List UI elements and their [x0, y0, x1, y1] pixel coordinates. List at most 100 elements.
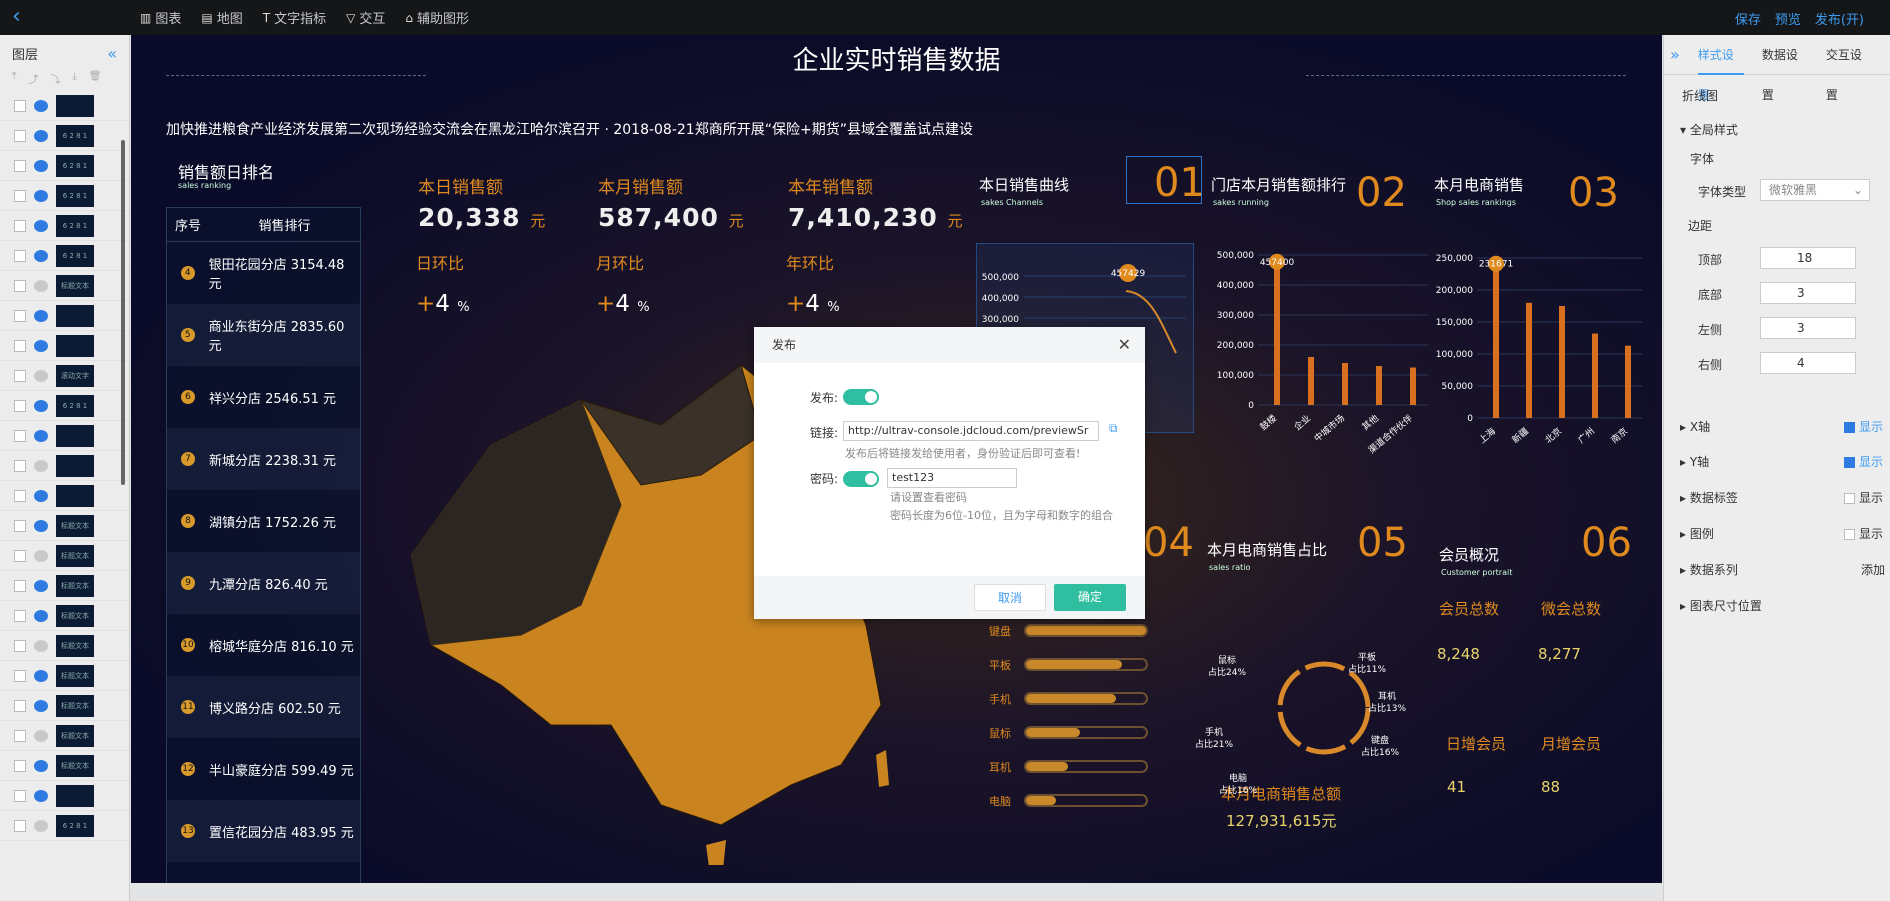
layer-checkbox[interactable] — [14, 699, 26, 712]
layer-checkbox[interactable] — [14, 459, 26, 472]
checkbox[interactable] — [1844, 457, 1855, 468]
global-style-section[interactable]: ▾ 全局样式 — [1680, 121, 1890, 138]
layer-item[interactable]: 标题文本 — [0, 691, 129, 721]
layer-item[interactable]: 6 2 8 1 — [0, 121, 129, 151]
eye-icon[interactable] — [34, 699, 48, 712]
layer-checkbox[interactable] — [14, 639, 26, 652]
layer-checkbox[interactable] — [14, 729, 26, 742]
tool-interaction[interactable]: ▽ 交互 — [346, 8, 385, 28]
copy-icon[interactable]: ⧉ — [1109, 421, 1118, 436]
layer-checkbox[interactable] — [14, 279, 26, 292]
layer-item[interactable]: 标题文本 — [0, 511, 129, 541]
layer-item[interactable]: 标题文本 — [0, 661, 129, 691]
link-field[interactable]: http://ultrav-console.jdcloud.com/previe… — [843, 421, 1099, 441]
eye-icon[interactable] — [34, 99, 48, 112]
publish-toggle[interactable] — [843, 389, 879, 405]
eye-icon[interactable] — [34, 519, 48, 532]
password-toggle[interactable] — [843, 471, 879, 487]
layer-checkbox[interactable] — [14, 399, 26, 412]
eye-icon[interactable] — [34, 729, 48, 742]
legend-toggle[interactable]: 显示 — [1844, 525, 1890, 542]
password-field[interactable]: test123 — [887, 468, 1017, 488]
layer-checkbox[interactable] — [14, 549, 26, 562]
layer-item[interactable]: 6 2 8 1 — [0, 391, 129, 421]
eye-icon[interactable] — [34, 759, 48, 772]
size-position-section[interactable]: ▸ 图表尺寸位置 — [1680, 597, 1890, 614]
eye-icon[interactable] — [34, 339, 48, 352]
layer-checkbox[interactable] — [14, 669, 26, 682]
series-section[interactable]: ▸ 数据系列 — [1680, 561, 1890, 578]
layer-item[interactable]: 标题文本 — [0, 601, 129, 631]
layer-checkbox[interactable] — [14, 759, 26, 772]
tool-map[interactable]: ▤ 地图 — [201, 8, 242, 28]
layer-item[interactable]: 6 2 8 1 — [0, 181, 129, 211]
eye-icon[interactable] — [34, 369, 48, 382]
layer-item[interactable] — [0, 781, 129, 811]
tab-data[interactable]: 数据设置 — [1762, 35, 1808, 102]
eye-icon[interactable] — [34, 609, 48, 622]
expand-icon[interactable]: » — [1670, 35, 1680, 75]
tool-shape[interactable]: ⌂ 辅助图形 — [405, 8, 469, 28]
confirm-button[interactable]: 确定 — [1054, 584, 1126, 611]
bottom-margin-input[interactable]: 3 — [1760, 282, 1856, 304]
eye-icon[interactable] — [34, 549, 48, 562]
eye-icon[interactable] — [34, 669, 48, 682]
eye-icon[interactable] — [34, 819, 48, 832]
layer-checkbox[interactable] — [14, 609, 26, 622]
top-margin-input[interactable]: 18 — [1760, 247, 1856, 269]
eye-icon[interactable] — [34, 639, 48, 652]
y-axis-toggle[interactable]: 显示 — [1844, 453, 1890, 470]
layer-item[interactable] — [0, 481, 129, 511]
layer-item[interactable]: 标题文本 — [0, 751, 129, 781]
layer-checkbox[interactable] — [14, 249, 26, 262]
layer-checkbox[interactable] — [14, 489, 26, 502]
preview-button[interactable]: 预览 — [1775, 9, 1801, 28]
x-axis-toggle[interactable]: 显示 — [1844, 418, 1890, 435]
checkbox[interactable] — [1844, 422, 1855, 433]
back-icon[interactable]: ‹ — [12, 6, 21, 28]
add-series-button[interactable]: 添加 — [1861, 561, 1890, 578]
eye-icon[interactable] — [34, 429, 48, 442]
tab-style[interactable]: 样式设置 — [1697, 35, 1744, 102]
eye-icon[interactable] — [34, 309, 48, 322]
font-type-select[interactable]: 微软雅黑 ⌄ — [1760, 179, 1870, 201]
tool-text[interactable]: T 文字指标 — [263, 8, 326, 28]
eye-icon[interactable] — [34, 789, 48, 802]
layer-checkbox[interactable] — [14, 219, 26, 232]
eye-icon[interactable] — [34, 489, 48, 502]
layer-item[interactable] — [0, 91, 129, 121]
layer-item[interactable]: 6 2 8 1 — [0, 811, 129, 841]
layer-checkbox[interactable] — [14, 789, 26, 802]
layer-checkbox[interactable] — [14, 819, 26, 832]
layer-scrollbar[interactable] — [121, 140, 125, 485]
cancel-button[interactable]: 取消 — [974, 584, 1046, 611]
close-icon[interactable]: ✕ — [1118, 335, 1131, 354]
layer-checkbox[interactable] — [14, 519, 26, 532]
layer-item[interactable] — [0, 421, 129, 451]
layer-checkbox[interactable] — [14, 159, 26, 172]
move-bottom-icon[interactable]: ⤓ — [72, 71, 76, 91]
publish-button[interactable]: 发布(开) — [1815, 9, 1864, 28]
layer-checkbox[interactable] — [14, 309, 26, 322]
eye-icon[interactable] — [34, 459, 48, 472]
layer-item[interactable]: 标题文本 — [0, 271, 129, 301]
layer-item[interactable]: 滚动文字 — [0, 361, 129, 391]
move-down-icon[interactable]: ⤵ — [50, 71, 60, 91]
eye-icon[interactable] — [34, 279, 48, 292]
layer-item[interactable]: 标题文本 — [0, 541, 129, 571]
layer-item[interactable] — [0, 301, 129, 331]
layer-checkbox[interactable] — [14, 339, 26, 352]
layer-item[interactable] — [0, 331, 129, 361]
eye-icon[interactable] — [34, 189, 48, 202]
delete-icon[interactable]: 🗑 — [89, 71, 102, 91]
layer-item[interactable]: 6 2 8 1 — [0, 151, 129, 181]
eye-icon[interactable] — [34, 129, 48, 142]
eye-icon[interactable] — [34, 399, 48, 412]
eye-icon[interactable] — [34, 219, 48, 232]
layer-checkbox[interactable] — [14, 429, 26, 442]
layer-checkbox[interactable] — [14, 189, 26, 202]
checkbox[interactable] — [1844, 493, 1855, 504]
right-margin-input[interactable]: 4 — [1760, 352, 1856, 374]
left-margin-input[interactable]: 3 — [1760, 317, 1856, 339]
collapse-icon[interactable]: « — [107, 44, 117, 63]
